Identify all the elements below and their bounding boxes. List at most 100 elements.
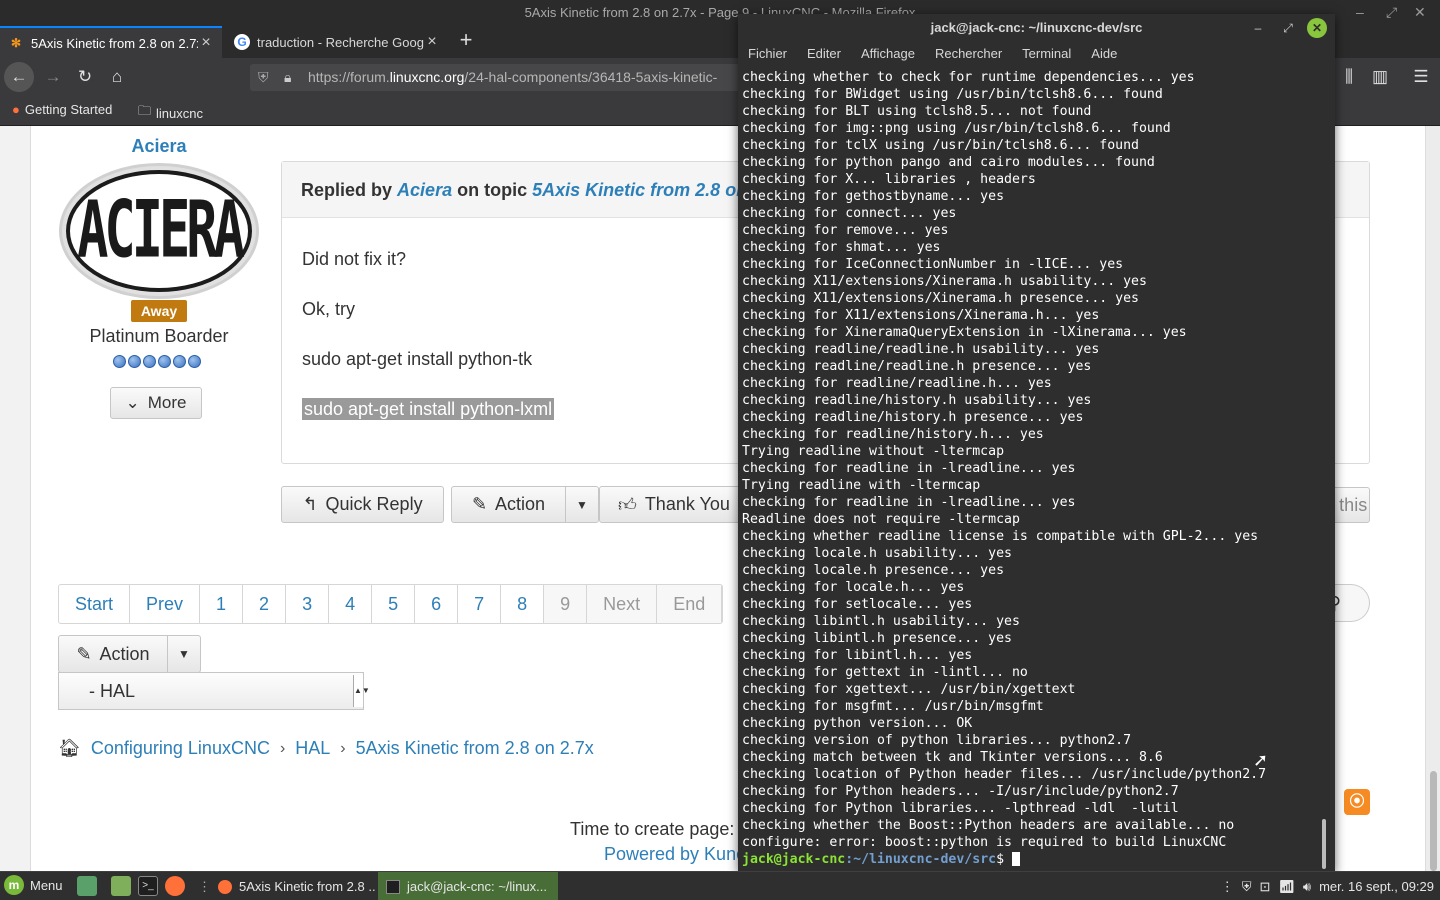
- bookmark-folder-linuxcnc[interactable]: 🗀 linuxcnc: [138, 102, 203, 124]
- terminal-title: jack@jack-cnc: ~/linuxcnc-dev/src: [738, 14, 1335, 42]
- terminal-prompt[interactable]: jack@jack-cnc:~/linuxcnc-dev/src$: [742, 851, 1335, 868]
- caret-down-icon: ▼: [576, 497, 588, 512]
- action-button[interactable]: ✎ Action: [451, 486, 566, 523]
- sidebar-icon[interactable]: ▥: [1365, 62, 1395, 92]
- terminal-output[interactable]: checking whether to check for runtime de…: [738, 69, 1335, 872]
- page-3[interactable]: 3: [286, 585, 330, 623]
- system-tray: ⋮ ⛨ ⊡ 📶︎ 🔊︎ mer. 16 sept., 09:29: [1221, 872, 1434, 900]
- terminal-menu-item[interactable]: Aide: [1081, 42, 1127, 66]
- bookmark-getting-started[interactable]: ● Getting Started: [12, 102, 112, 117]
- close-tab-icon[interactable]: ×: [198, 34, 214, 52]
- breadcrumb: 🏠︎ Configuring LinuxCNC › HAL › 5Axis Ki…: [58, 738, 594, 759]
- page-end: End: [657, 585, 723, 623]
- files-icon[interactable]: [111, 876, 131, 896]
- page-4[interactable]: 4: [329, 585, 373, 623]
- bottom-action-dropdown-toggle[interactable]: ▼: [167, 635, 201, 673]
- action-label: Action: [99, 643, 150, 664]
- header-user-link[interactable]: Aciera: [397, 180, 452, 200]
- category-select[interactable]: - HAL ▲▼: [58, 672, 370, 710]
- breadcrumb-item[interactable]: 5Axis Kinetic from 2.8 on 2.7x: [356, 738, 594, 759]
- show-desktop-icon[interactable]: [77, 876, 97, 896]
- text-cursor: [1011, 852, 1020, 866]
- page-5[interactable]: 5: [372, 585, 416, 623]
- library-icon[interactable]: ⫼: [1334, 62, 1364, 92]
- status-badge: Away: [131, 300, 187, 322]
- back-button[interactable]: ←: [4, 62, 34, 92]
- more-button[interactable]: ⌄ More: [110, 387, 202, 419]
- terminal-menu-item[interactable]: Fichier: [738, 42, 797, 66]
- clock[interactable]: mer. 16 sept., 09:29: [1319, 879, 1434, 894]
- update-manager-icon[interactable]: ⊡: [1259, 879, 1270, 895]
- terminal-menu-item[interactable]: Editer: [797, 42, 851, 66]
- post-line: sudo apt-get install python-tk: [302, 349, 533, 369]
- tab-label: traduction - Recherche Google: [257, 34, 424, 50]
- terminal-line: checking for msgfmt... /usr/bin/msgfmt: [742, 699, 1044, 714]
- tab-linuxcnc-forum[interactable]: ✻ 5Axis Kinetic from 2.8 on 2.7x - Page …: [0, 26, 222, 58]
- close-icon[interactable]: ✕: [1307, 18, 1327, 38]
- page-prev[interactable]: Prev: [130, 585, 201, 623]
- select-arrow-icon: ▲▼: [353, 675, 370, 707]
- reload-button[interactable]: ↻: [70, 62, 100, 92]
- terminal-line: checking X11/extensions/Xinerama.h prese…: [742, 291, 1139, 306]
- breadcrumb-item[interactable]: Configuring LinuxCNC: [91, 738, 270, 759]
- post-author-name[interactable]: Aciera: [131, 136, 186, 157]
- page-7[interactable]: 7: [458, 585, 502, 623]
- terminal-line: checking python version... OK: [742, 716, 973, 731]
- rank-star-icon: [158, 355, 171, 368]
- terminal-menu-item[interactable]: Rechercher: [925, 42, 1012, 66]
- terminal-icon[interactable]: >_: [138, 876, 158, 896]
- avatar[interactable]: ACIERA: [59, 163, 259, 299]
- volume-icon[interactable]: 🔊︎: [1303, 879, 1311, 895]
- terminal-menu-item[interactable]: Terminal: [1012, 42, 1081, 66]
- home-button[interactable]: ⌂: [102, 62, 132, 92]
- thank-you-button[interactable]: 👍︎ Thank You: [599, 486, 744, 523]
- terminal-line: checking for libintl.h... yes: [742, 648, 973, 663]
- minimize-icon[interactable]: –: [1248, 18, 1268, 38]
- tab-google-search[interactable]: G traduction - Recherche Google ×: [226, 26, 448, 58]
- url-host: linuxcnc.org: [389, 69, 465, 85]
- pagination: Start Prev 1 2 3 4 5 6 7 8 9 Next End: [58, 584, 724, 624]
- maximize-icon[interactable]: ⤢: [1386, 0, 1397, 26]
- home-icon[interactable]: 🏠︎: [58, 738, 81, 759]
- caret-down-icon: ▼: [178, 647, 190, 661]
- terminal-line: checking locale.h usability... yes: [742, 546, 1012, 561]
- page-1[interactable]: 1: [200, 585, 244, 623]
- page-6[interactable]: 6: [415, 585, 459, 623]
- terminal-line: checking for python pango and cairo modu…: [742, 155, 1155, 170]
- folder-icon: 🗀: [138, 103, 152, 118]
- more-label: More: [147, 393, 187, 412]
- taskbar-window-firefox[interactable]: ⋮ 5Axis Kinetic from 2.8 ...: [190, 872, 376, 900]
- terminal-line: checking readline/readline.h presence...…: [742, 359, 1092, 374]
- forward-button[interactable]: →: [38, 62, 68, 92]
- close-tab-icon[interactable]: ×: [424, 33, 440, 51]
- terminal-scrollbar[interactable]: [1322, 819, 1326, 869]
- page-8[interactable]: 8: [501, 585, 545, 623]
- firefox-icon[interactable]: [165, 876, 185, 896]
- wifi-icon[interactable]: 📶︎: [1278, 879, 1295, 895]
- page-scrollbar[interactable]: [1426, 126, 1440, 871]
- url-bar[interactable]: ⛨ 🔒︎ https://forum.linuxcnc.org/24-hal-c…: [250, 64, 740, 91]
- close-window-icon[interactable]: ✕: [1414, 0, 1426, 26]
- quick-reply-button[interactable]: ↰ Quick Reply: [281, 486, 444, 523]
- hamburger-menu-icon[interactable]: ☰: [1406, 62, 1436, 92]
- start-menu-button[interactable]: m Menu: [4, 875, 63, 895]
- bookmark-label: Getting Started: [24, 102, 113, 117]
- terminal-line: checking whether readline license is com…: [742, 529, 1259, 544]
- terminal-line: checking libintl.h presence... yes: [742, 631, 1012, 646]
- new-tab-button[interactable]: +: [452, 26, 480, 56]
- taskbar-window-terminal[interactable]: jack@jack-cnc: ~/linux...: [378, 872, 558, 900]
- page-2[interactable]: 2: [243, 585, 287, 623]
- shield-icon[interactable]: ⛨: [1242, 879, 1252, 895]
- maximize-icon[interactable]: ⤢: [1278, 18, 1298, 38]
- page-start[interactable]: Start: [59, 585, 131, 623]
- breadcrumb-item[interactable]: HAL: [295, 738, 330, 759]
- terminal-line: checking for readline in -lreadline... y…: [742, 495, 1076, 510]
- action-dropdown-toggle[interactable]: ▼: [565, 486, 599, 523]
- terminal-menu-item[interactable]: Affichage: [851, 42, 925, 66]
- bottom-action-button[interactable]: ✎ Action: [58, 635, 168, 673]
- post-line-selected: sudo apt-get install python-lxml: [302, 398, 555, 420]
- terminal-line: checking for connect... yes: [742, 206, 957, 221]
- rss-icon[interactable]: ⦿: [1344, 789, 1370, 815]
- terminal-line: checking for IceConnectionNumber in -lIC…: [742, 257, 1124, 272]
- minimize-icon[interactable]: –: [1356, 0, 1364, 26]
